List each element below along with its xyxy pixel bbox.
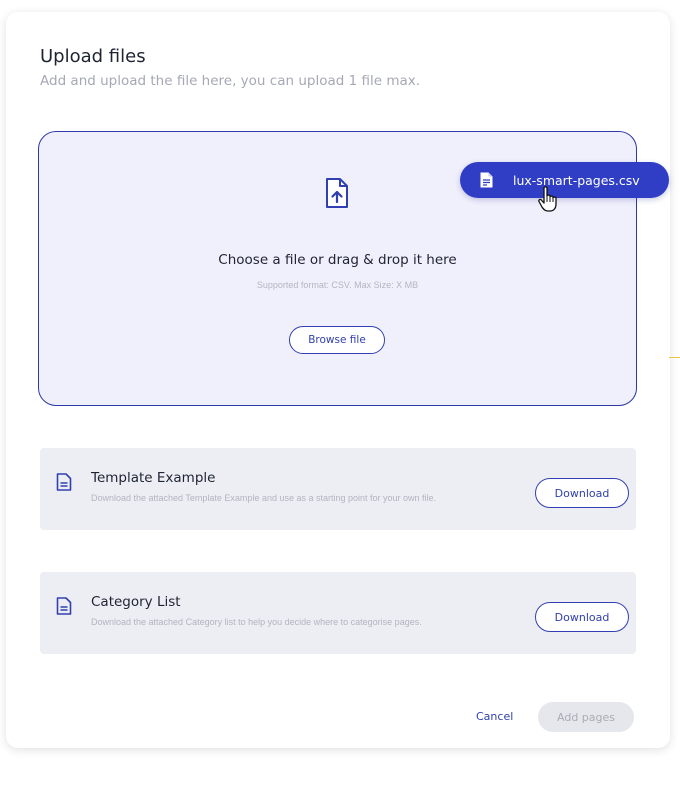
resource-description: Download the attached Template Example a…	[91, 493, 437, 503]
cancel-button[interactable]: Cancel	[476, 710, 513, 723]
dialog-subtitle: Add and upload the file here, you can up…	[40, 73, 421, 89]
upload-dialog: Upload files Add and upload the file her…	[6, 12, 670, 748]
dialog-title: Upload files	[40, 46, 146, 67]
resource-title: Template Example	[91, 470, 216, 486]
dragged-file-name: lux-smart-pages.csv	[513, 172, 640, 188]
add-pages-button[interactable]: Add pages	[538, 702, 634, 732]
resource-card-template: Template Example Download the attached T…	[40, 448, 636, 530]
resource-card-category: Category List Download the attached Cate…	[40, 572, 636, 654]
divider-line	[669, 357, 680, 358]
file-icon	[480, 172, 493, 188]
browse-file-button[interactable]: Browse file	[289, 326, 385, 354]
hand-cursor-icon	[538, 186, 557, 212]
file-upload-icon	[326, 178, 348, 208]
resource-title: Category List	[91, 594, 181, 610]
dropzone-heading: Choose a file or drag & drop it here	[218, 252, 457, 268]
document-icon	[56, 597, 72, 615]
download-template-button[interactable]: Download	[535, 478, 629, 508]
resource-description: Download the attached Category list to h…	[91, 617, 422, 627]
document-icon	[56, 473, 72, 491]
download-category-button[interactable]: Download	[535, 602, 629, 632]
dropzone-format-note: Supported format: CSV. Max Size: X MB	[256, 280, 419, 290]
